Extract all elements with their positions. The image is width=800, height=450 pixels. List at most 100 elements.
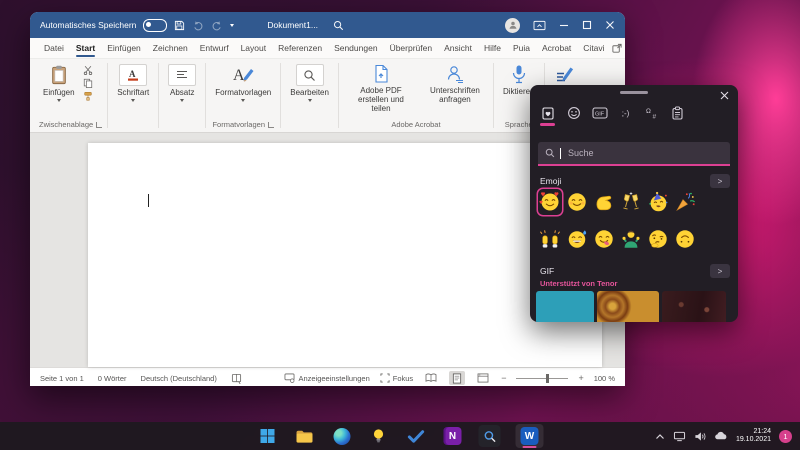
start-button[interactable] [257,425,279,447]
save-icon[interactable] [174,20,185,31]
web-layout-button[interactable] [475,371,491,385]
edge-browser-button[interactable] [331,425,353,447]
account-avatar[interactable] [505,18,520,33]
search-icon[interactable] [333,20,344,31]
gif-thumbnail[interactable] [536,291,594,322]
zoom-level[interactable]: 100 % [594,374,615,383]
signatures-button[interactable]: Unterschriften anfragen [422,63,488,105]
close-button[interactable] [605,20,615,30]
emoji-party-popper[interactable] [673,189,697,215]
share-icon[interactable] [611,43,623,54]
tab-emoji[interactable] [565,104,582,122]
emoji-row-1 [538,189,697,215]
emoji-clinking-glasses[interactable] [619,189,643,215]
menu-tab-hilfe[interactable]: Hilfe [478,38,507,58]
copy-icon[interactable] [83,78,93,88]
emoji-thinking-face[interactable] [646,226,670,252]
cut-icon[interactable] [83,65,93,75]
autosave-toggle[interactable] [143,19,167,32]
file-explorer-button[interactable] [294,425,316,447]
search-box[interactable] [538,142,730,166]
emoji-flexed-biceps[interactable] [592,189,616,215]
tab-recent[interactable] [539,104,556,122]
editing-button[interactable]: Bearbeiten [286,63,333,103]
proofing-icon[interactable] [231,373,242,384]
print-layout-button[interactable] [449,371,465,385]
zoom-in-button[interactable]: + [578,373,583,383]
dialog-launcher-icon[interactable] [268,122,274,128]
emoji-face-savoring-food[interactable] [592,226,616,252]
emoji-smiling-face-with-hearts[interactable] [538,189,562,215]
todo-app-button[interactable] [405,425,427,447]
search-magnifier-icon [483,430,496,443]
menu-tab-zeichnen[interactable]: Zeichnen [147,38,194,58]
adobe-pdf-button[interactable]: Adobe PDF erstellen und teilen [344,63,418,115]
format-painter-icon[interactable] [83,91,93,101]
emoji-smiling-face[interactable] [565,189,589,215]
search-input[interactable] [566,147,723,159]
taskbar-clock[interactable]: 21:24 19.10.2021 [736,428,771,445]
show-hidden-icons-button[interactable] [655,433,665,440]
menu-tab-entwurf[interactable]: Entwurf [194,38,235,58]
dialog-launcher-icon[interactable] [96,122,102,128]
zoom-slider[interactable] [516,378,568,379]
redo-icon[interactable] [211,20,223,31]
tab-gif[interactable]: GIF [591,104,608,122]
menu-tab-ansicht[interactable]: Ansicht [438,38,478,58]
minimize-button[interactable] [559,20,569,30]
gif-thumbnail[interactable] [662,291,726,322]
document-page[interactable] [88,143,602,367]
word-count[interactable]: 0 Wörter [98,374,127,383]
drag-handle[interactable] [620,91,648,94]
language-indicator[interactable]: Deutsch (Deutschland) [141,374,217,383]
emoji-more-button[interactable]: > [710,174,730,188]
notification-badge[interactable]: 1 [779,430,792,443]
read-mode-button[interactable] [423,371,439,385]
tab-symbols[interactable]: Ω# [643,104,660,122]
document-title: Dokument1... [267,20,318,30]
ribbon-display-options-icon[interactable] [533,20,546,31]
network-icon[interactable] [673,431,686,442]
onenote-button[interactable]: N [442,425,464,447]
zoom-slider-thumb[interactable] [546,374,549,383]
volume-icon[interactable] [694,431,706,442]
emoji-grinning-face-with-sweat[interactable] [565,226,589,252]
font-label: Schriftart [117,88,149,97]
menu-tab-citavi[interactable]: Citavi [577,38,610,58]
word-taskbar-button[interactable]: W [516,424,544,448]
styles-button[interactable]: A Formatvorlagen [211,63,275,103]
panel-close-button[interactable] [720,91,729,100]
menu-tab-referenzen[interactable]: Referenzen [272,38,328,58]
maximize-button[interactable] [582,20,592,30]
focus-button[interactable]: Fokus [380,373,413,383]
paragraph-button[interactable]: Absatz [164,63,200,103]
menu-tab-layout[interactable]: Layout [235,38,273,58]
gif-thumbnail[interactable] [597,291,659,322]
menu-tab-datei[interactable]: Datei [38,38,70,58]
tab-clipboard[interactable] [669,104,686,122]
tab-kaomoji[interactable]: ;-) [617,104,634,122]
menu-tab-einfuegen[interactable]: Einfügen [101,38,147,58]
menu-tab-ueberpruefen[interactable]: Überprüfen [384,38,439,58]
menu-tab-acrobat[interactable]: Acrobat [536,38,577,58]
emoji-raising-hands[interactable] [538,226,562,252]
menu-tab-puia[interactable]: Puia [507,38,536,58]
zoom-out-button[interactable]: − [501,373,506,383]
emoji-man-shrugging[interactable] [619,226,643,252]
menu-tab-sendungen[interactable]: Sendungen [328,38,384,58]
page-indicator[interactable]: Seite 1 von 1 [40,374,84,383]
clipboard-history-icon [671,106,684,120]
paste-button[interactable]: Einfügen [39,63,79,103]
emoji-upside-down-face[interactable] [673,226,697,252]
undo-icon[interactable] [192,20,204,31]
emoji-partying-face[interactable] [646,189,670,215]
search-app-button[interactable] [479,425,501,447]
menu-tab-start[interactable]: Start [70,38,101,58]
gif-results [536,291,726,322]
font-button[interactable]: A Schriftart [113,63,153,103]
more-commands-icon[interactable] [230,24,234,27]
lamp-app-button[interactable] [368,425,390,447]
gif-more-button[interactable]: > [710,264,730,278]
onedrive-cloud-icon[interactable] [714,431,728,441]
display-settings-button[interactable]: Anzeigeeinstellungen [284,373,369,383]
